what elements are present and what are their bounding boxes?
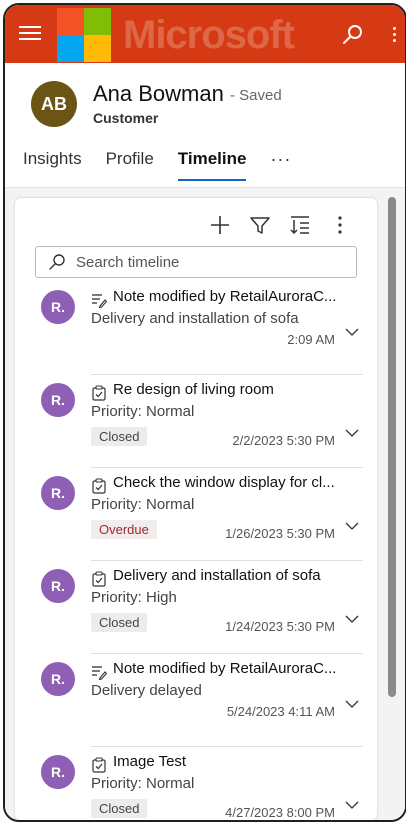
record-name: Ana Bowman <box>93 81 224 106</box>
status-badge: Closed <box>91 799 148 818</box>
item-time: 2:09 AM <box>287 332 335 347</box>
note-icon <box>92 666 107 680</box>
item-time: 1/24/2023 5:30 PM <box>225 619 335 634</box>
item-title: Re design of living room <box>113 381 274 398</box>
avatar: R. <box>41 755 75 789</box>
item-subtitle: Priority: Normal <box>91 496 195 513</box>
chevron-down-icon[interactable] <box>345 698 359 710</box>
more-options-icon[interactable] <box>393 27 399 45</box>
item-time: 2/2/2023 5:30 PM <box>232 433 335 448</box>
save-status: - Saved <box>230 87 282 104</box>
item-time: 4/27/2023 8:00 PM <box>225 805 335 820</box>
top-bar: Microsoft <box>5 5 405 63</box>
item-title: Note modified by RetailAuroraC... <box>113 660 337 677</box>
tab-insights[interactable]: Insights <box>23 149 82 181</box>
status-badge: Overdue <box>91 520 157 539</box>
more-tabs-button[interactable]: ··· <box>270 149 291 181</box>
timeline-card: R. Note modified by RetailAuroraC... Del… <box>15 198 377 820</box>
more-vertical-icon[interactable] <box>327 212 353 238</box>
item-title: Note modified by RetailAuroraC... <box>113 288 337 305</box>
timeline-item[interactable]: R. Note modified by RetailAuroraC... Del… <box>41 654 363 747</box>
item-subtitle: Priority: Normal <box>91 775 195 792</box>
timeline-item[interactable]: R. Image Test Priority: Normal Closed 4/… <box>41 747 363 820</box>
item-subtitle: Delivery and installation of sofa <box>91 310 299 327</box>
search-timeline-input[interactable] <box>74 252 348 272</box>
timeline-item[interactable]: R. Delivery and installation of sofa Pri… <box>41 561 363 654</box>
tab-bar: Insights Profile Timeline ··· <box>23 149 291 181</box>
add-icon[interactable] <box>207 212 233 238</box>
avatar: AB <box>31 81 77 127</box>
search-icon[interactable] <box>341 23 365 47</box>
microsoft-squares-icon <box>57 8 111 62</box>
filter-icon[interactable] <box>247 212 273 238</box>
item-title: Check the window display for cl... <box>113 474 335 491</box>
microsoft-logo: Microsoft <box>57 7 295 63</box>
avatar: R. <box>41 290 75 324</box>
timeline-item[interactable]: R. Re design of living room Priority: No… <box>41 375 363 468</box>
note-icon <box>92 294 107 308</box>
item-time: 5/24/2023 4:11 AM <box>226 704 335 719</box>
timeline-item[interactable]: R. Check the window display for cl... Pr… <box>41 468 363 561</box>
scrollbar-thumb[interactable] <box>388 197 396 697</box>
chevron-down-icon[interactable] <box>345 427 359 439</box>
record-type: Customer <box>93 110 159 126</box>
task-icon <box>92 385 106 401</box>
search-icon <box>49 254 65 270</box>
chevron-down-icon[interactable] <box>345 799 359 811</box>
item-title: Delivery and installation of sofa <box>113 567 321 584</box>
chevron-down-icon[interactable] <box>345 520 359 532</box>
hamburger-menu-icon[interactable] <box>19 23 41 43</box>
tab-profile[interactable]: Profile <box>106 149 154 181</box>
item-subtitle: Priority: High <box>91 589 177 606</box>
task-icon <box>92 478 106 494</box>
timeline-item[interactable]: R. Note modified by RetailAuroraC... Del… <box>41 282 363 375</box>
task-icon <box>92 757 106 773</box>
status-badge: Closed <box>91 613 148 632</box>
task-icon <box>92 571 106 587</box>
app-frame: Microsoft AB Ana Bowman - Saved Customer… <box>3 3 406 822</box>
chevron-down-icon[interactable] <box>345 613 359 625</box>
record-header: AB Ana Bowman - Saved Customer Insights … <box>5 63 405 193</box>
timeline-list: R. Note modified by RetailAuroraC... Del… <box>15 282 377 820</box>
status-badge: Closed <box>91 427 148 446</box>
tab-timeline[interactable]: Timeline <box>177 149 247 181</box>
avatar: R. <box>41 662 75 696</box>
avatar: R. <box>41 383 75 417</box>
avatar: R. <box>41 569 75 603</box>
search-box <box>35 246 357 278</box>
chevron-down-icon[interactable] <box>345 326 359 338</box>
brand-wordmark: Microsoft <box>123 12 295 57</box>
item-time: 1/26/2023 5:30 PM <box>225 526 335 541</box>
sort-icon[interactable] <box>287 212 313 238</box>
item-title: Image Test <box>113 753 187 770</box>
item-subtitle: Delivery delayed <box>91 682 202 699</box>
avatar: R. <box>41 476 75 510</box>
item-subtitle: Priority: Normal <box>91 403 195 420</box>
timeline-toolbar <box>15 212 377 242</box>
